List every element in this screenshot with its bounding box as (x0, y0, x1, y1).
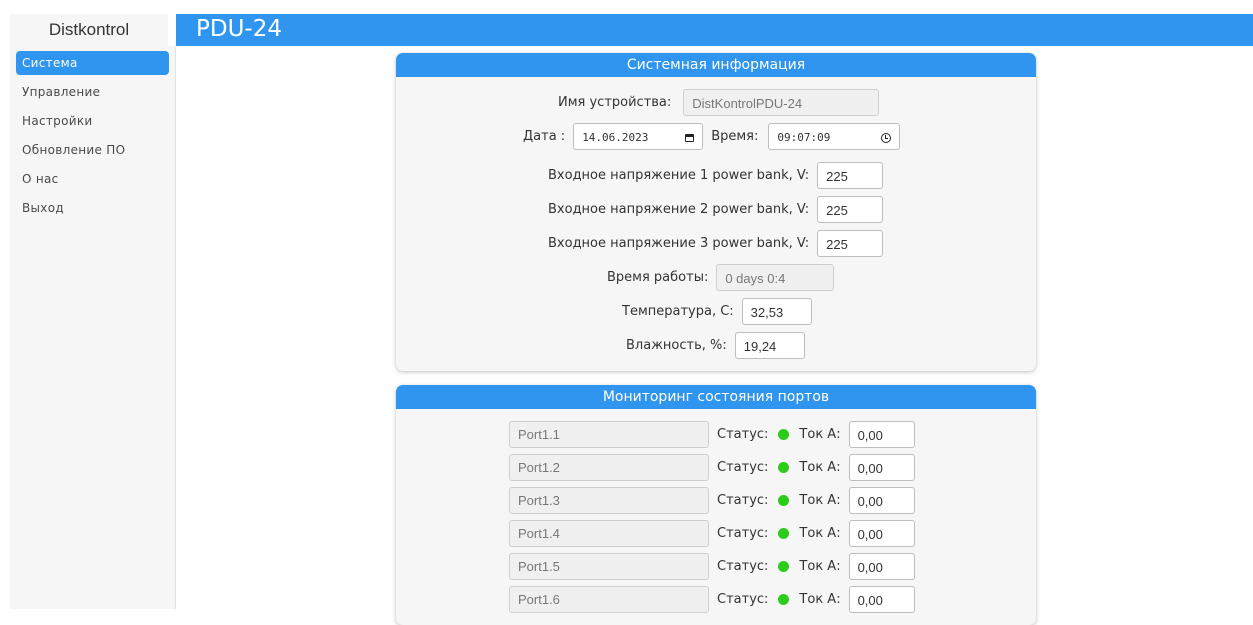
status-indicator-icon (778, 495, 790, 506)
status-label: Статус: (717, 493, 769, 508)
sidebar-item-firmware-update[interactable]: Обновление ПО (16, 138, 169, 162)
device-name-field: DistKontrolPDU-24 (683, 89, 880, 116)
voltage1-input[interactable]: 225 (817, 162, 884, 189)
uptime-field: 0 days 0:4 (716, 264, 835, 291)
date-value: 14.06.2023 (582, 131, 649, 144)
current-label: Ток А: (799, 526, 841, 541)
current-label: Ток А: (799, 493, 841, 508)
humidity-field[interactable]: 19,24 (734, 332, 805, 359)
system-info-title: Системная информация (396, 53, 1036, 77)
date-label: Дата : (523, 129, 566, 144)
port-name-field: Port1.1 (509, 421, 709, 448)
uptime-row: Время работы: 0 days 0:4 (607, 264, 835, 291)
port-name-field: Port1.3 (509, 487, 709, 514)
clock-icon[interactable] (881, 133, 892, 143)
port-row: Port1.3 Статус: Ток А: 0,00 (509, 487, 915, 514)
port-monitoring-panel: Мониторинг состояния портов Port1.1 Стат… (396, 385, 1036, 625)
port-row: Port1.1 Статус: Ток А: 0,00 (509, 421, 915, 448)
temperature-label: Температура, С: (622, 304, 734, 319)
voltage1-label: Входное напряжение 1 power bank, V: (548, 168, 810, 183)
datetime-row: Дата : 14.06.2023 Время: 09:07:09 (523, 123, 901, 150)
sidebar-item-control[interactable]: Управление (16, 80, 169, 104)
port-name-field: Port1.4 (509, 520, 709, 547)
port-row: Port1.2 Статус: Ток А: 0,00 (509, 454, 915, 481)
status-label: Статус: (717, 427, 769, 442)
sidebar-item-system[interactable]: Система (16, 51, 169, 75)
calendar-icon[interactable] (685, 134, 695, 142)
voltage3-label: Входное напряжение 3 power bank, V: (548, 236, 810, 251)
sidebar-item-about[interactable]: О нас (16, 167, 169, 191)
status-indicator-icon (778, 429, 790, 440)
current-field[interactable]: 0,00 (848, 487, 915, 514)
current-label: Ток А: (799, 559, 841, 574)
current-field[interactable]: 0,00 (848, 520, 915, 547)
status-indicator-icon (778, 462, 790, 473)
voltage2-input[interactable]: 225 (817, 196, 884, 223)
time-value: 09:07:09 (777, 131, 831, 144)
port-monitoring-title: Мониторинг состояния портов (396, 385, 1036, 409)
status-label: Статус: (717, 460, 769, 475)
status-indicator-icon (778, 594, 790, 605)
voltage3-row: Входное напряжение 3 power bank, V: 225 (548, 230, 884, 257)
system-info-panel: Системная информация Имя устройства: Dis… (396, 53, 1036, 371)
page-title: PDU-24 (196, 16, 282, 42)
port-name-field: Port1.2 (509, 454, 709, 481)
voltage3-input[interactable]: 225 (817, 230, 884, 257)
current-field[interactable]: 0,00 (848, 454, 915, 481)
current-label: Ток А: (799, 592, 841, 607)
time-label: Время: (711, 129, 759, 144)
brand-logo: Distkontrol (10, 14, 168, 47)
uptime-label: Время работы: (607, 270, 709, 285)
status-label: Статус: (717, 592, 769, 607)
status-label: Статус: (717, 559, 769, 574)
current-field[interactable]: 0,00 (848, 421, 915, 448)
sidebar-item-settings[interactable]: Настройки (16, 109, 169, 133)
brand-name: Distkontrol (48, 20, 130, 39)
port-row: Port1.4 Статус: Ток А: 0,00 (509, 520, 915, 547)
temperature-row: Температура, С: 32,53 (622, 298, 812, 325)
voltage2-label: Входное напряжение 2 power bank, V: (548, 202, 810, 217)
date-input[interactable]: 14.06.2023 (573, 123, 704, 150)
humidity-label: Влажность, %: (626, 338, 727, 353)
temperature-field[interactable]: 32,53 (741, 298, 812, 325)
time-input[interactable]: 09:07:09 (768, 123, 901, 150)
status-indicator-icon (778, 528, 790, 539)
sidebar-item-logout[interactable]: Выход (16, 196, 169, 220)
sidebar: Система Управление Настройки Обновление … (10, 46, 176, 609)
port-name-field: Port1.5 (509, 553, 709, 580)
device-name-row: Имя устройства: DistKontrolPDU-24 (558, 89, 880, 116)
status-label: Статус: (717, 526, 769, 541)
voltage2-row: Входное напряжение 2 power bank, V: 225 (548, 196, 884, 223)
page-header: PDU-24 (176, 14, 1253, 46)
port-row: Port1.5 Статус: Ток А: 0,00 (509, 553, 915, 580)
current-label: Ток А: (799, 427, 841, 442)
voltage1-row: Входное напряжение 1 power bank, V: 225 (548, 162, 884, 189)
current-field[interactable]: 0,00 (848, 553, 915, 580)
humidity-row: Влажность, %: 19,24 (626, 332, 805, 359)
device-name-label: Имя устройства: (558, 95, 672, 110)
current-label: Ток А: (799, 460, 841, 475)
status-indicator-icon (778, 561, 790, 572)
